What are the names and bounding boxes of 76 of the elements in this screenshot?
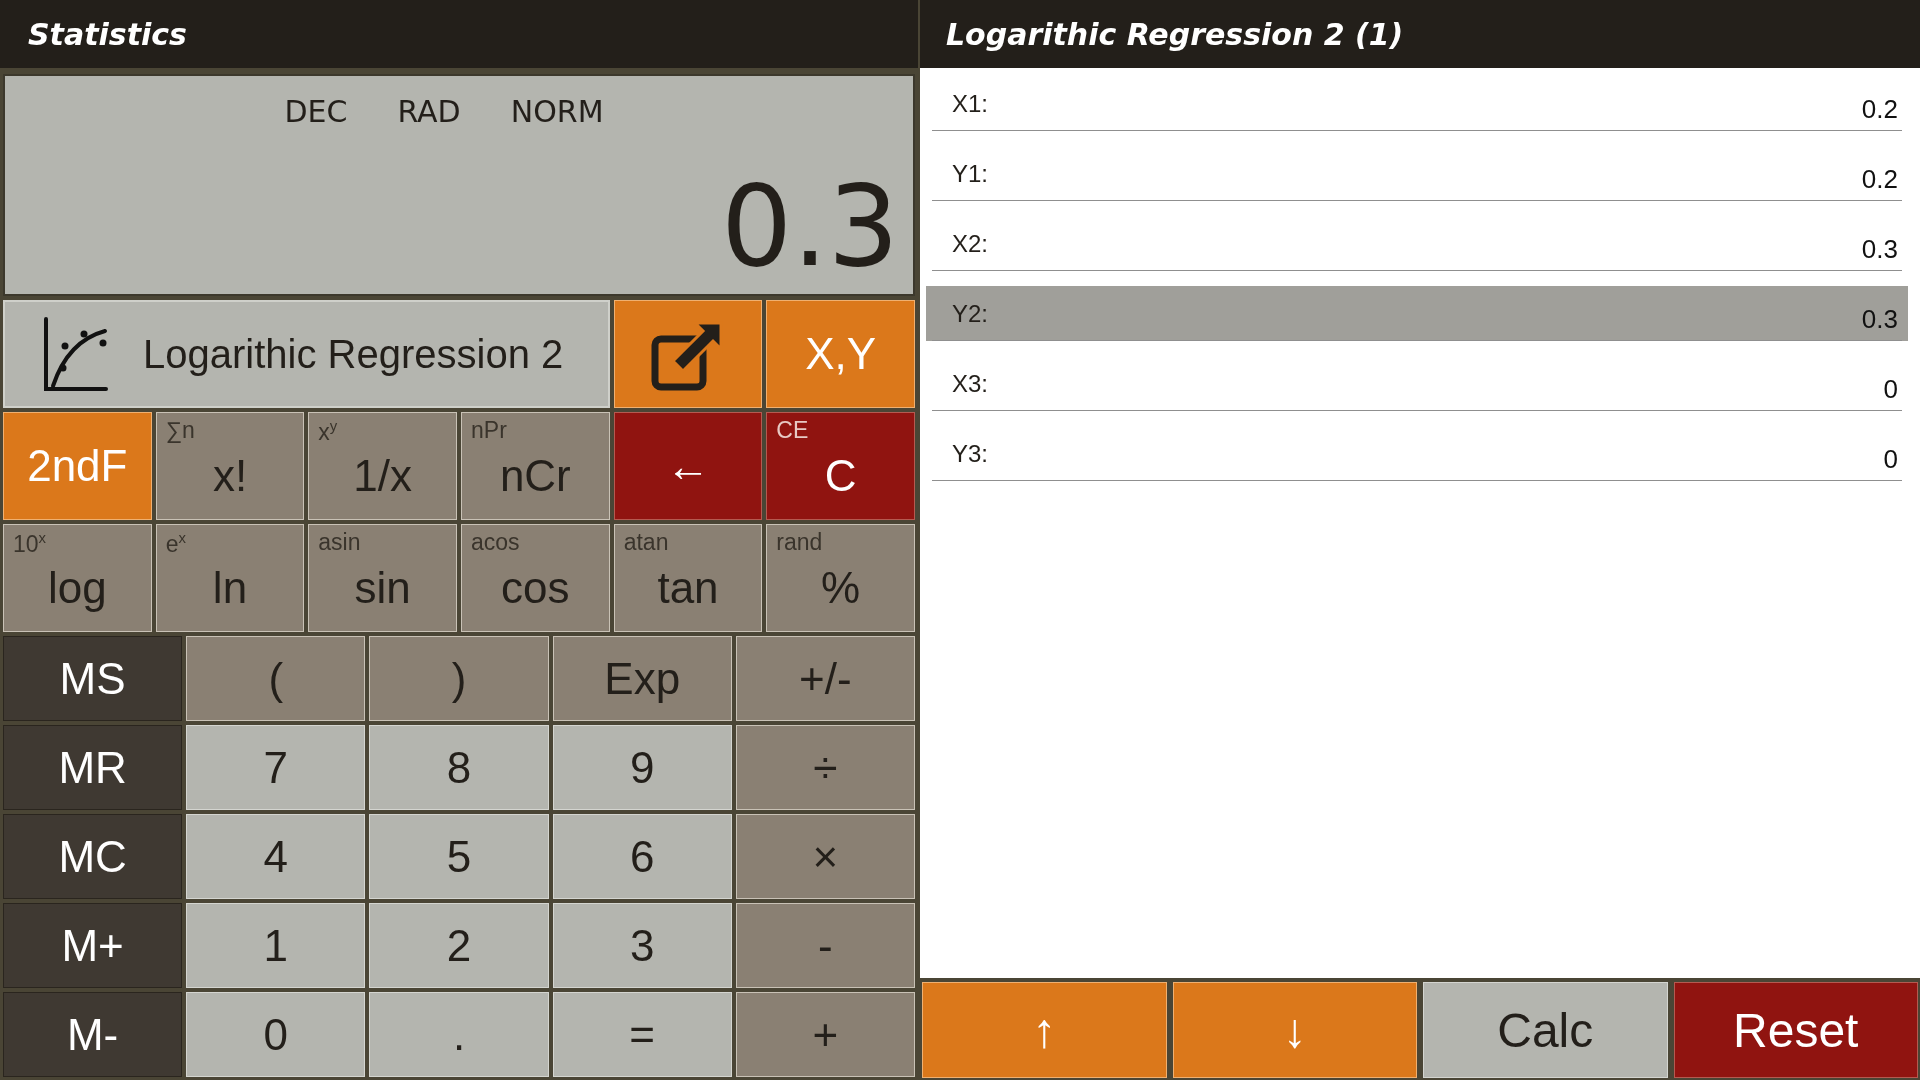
panel-title: Logarithic Regression 2 (1) (920, 0, 1920, 68)
data-row[interactable]: Y2: 0.3 (926, 286, 1908, 341)
calculator-key[interactable]: × (735, 814, 915, 899)
calculator-key[interactable]: 0 (186, 992, 366, 1077)
calculator-key[interactable]: = (552, 992, 732, 1077)
calculator-key[interactable]: MS (3, 636, 183, 721)
calculator-key[interactable]: ← (613, 412, 763, 520)
calculator-key[interactable]: 7 (186, 725, 366, 810)
calculator-key[interactable]: nPr nCr (461, 412, 610, 520)
row-value: 0 (1883, 444, 1899, 476)
row-value: 0.3 (1861, 304, 1899, 336)
secondary-label: e$^{x}$ (165, 529, 186, 558)
data-row[interactable]: Y1: 0.2 (926, 146, 1908, 201)
row-label: Y3: (951, 439, 989, 468)
calculator-key[interactable]: asin sin (308, 524, 457, 632)
mode-indicator: DEC (284, 94, 348, 129)
calculator-key[interactable]: 8 (369, 725, 549, 810)
row-label: X2: (951, 229, 989, 258)
calculator-key[interactable]: 1 (186, 903, 366, 988)
secondary-label: x$^{y}$ (318, 417, 338, 446)
mode-label: Logarithic Regression 2 (143, 331, 564, 377)
row-label: Y1: (951, 159, 989, 188)
calculator-key[interactable]: 5 (369, 814, 549, 899)
calculator-key[interactable]: atan tan (613, 524, 763, 632)
secondary-label: nPr (471, 417, 507, 444)
row-value: 0 (1883, 374, 1899, 406)
data-row[interactable]: X2: 0.3 (926, 216, 1908, 271)
panel-button[interactable]: Reset (1673, 982, 1918, 1078)
regression-mode-panel[interactable]: Logarithic Regression 2 (3, 300, 610, 408)
calculator-key[interactable]: ÷ (735, 725, 915, 810)
secondary-label: atan (623, 529, 669, 556)
secondary-label: acos (471, 529, 520, 556)
calculator-key[interactable]: 6 (552, 814, 732, 899)
calculator-key[interactable]: acos cos (461, 524, 610, 632)
calculator-key[interactable]: ) (369, 636, 549, 721)
calculator-key[interactable]: MC (3, 814, 183, 899)
secondary-label: rand (776, 529, 823, 556)
display-value: 0.3 (719, 170, 900, 293)
calculator-key[interactable]: M- (3, 992, 183, 1077)
secondary-label: CE (776, 417, 809, 444)
calculator-key[interactable]: ( (186, 636, 366, 721)
row-value: 0.3 (1861, 234, 1899, 266)
chart-icon (43, 316, 109, 392)
data-row[interactable]: X3: 0 (926, 356, 1908, 411)
calculator-key[interactable]: e$^{x}$ ln (155, 524, 305, 632)
calculator-key[interactable]: ∑n x! (155, 412, 305, 520)
calculator-key[interactable]: CE C (766, 412, 915, 520)
secondary-label: ∑n (165, 417, 195, 444)
calculator-key[interactable]: - (735, 903, 915, 988)
panel-button[interactable]: Calc (1423, 982, 1668, 1078)
calculator-key[interactable]: Exp (552, 636, 732, 721)
row-label: X1: (951, 89, 989, 118)
calculator-key[interactable]: + (735, 992, 915, 1077)
calculator-key[interactable]: x$^{y}$ 1/x (308, 412, 457, 520)
mode-indicator: NORM (510, 94, 604, 129)
calculator-key[interactable]: . (369, 992, 549, 1077)
calculator-key[interactable]: 9 (552, 725, 732, 810)
data-row[interactable]: X1: 0.2 (926, 76, 1908, 131)
data-row[interactable]: Y3: 0 (926, 426, 1908, 481)
calculator-key[interactable]: 2 (369, 903, 549, 988)
row-label: X3: (951, 369, 989, 398)
calculator-key[interactable]: 10$^{x}$ log (3, 524, 152, 632)
row-value: 0.2 (1861, 94, 1899, 126)
calculator-key[interactable]: rand % (766, 524, 915, 632)
share-button[interactable] (613, 300, 763, 408)
calculator-key[interactable]: MR (3, 725, 183, 810)
secondary-label: asin (318, 529, 361, 556)
row-label: Y2: (951, 299, 989, 328)
calculator-key[interactable]: M+ (3, 903, 183, 988)
app-title: Statistics (0, 0, 918, 68)
calculator-key[interactable]: +/- (735, 636, 915, 721)
calculator-key[interactable]: 3 (552, 903, 732, 988)
row-value: 0.2 (1861, 164, 1899, 196)
mode-indicator: RAD (397, 94, 461, 129)
secondary-label: 10$^{x}$ (13, 529, 47, 558)
calculator-key[interactable]: 4 (186, 814, 366, 899)
